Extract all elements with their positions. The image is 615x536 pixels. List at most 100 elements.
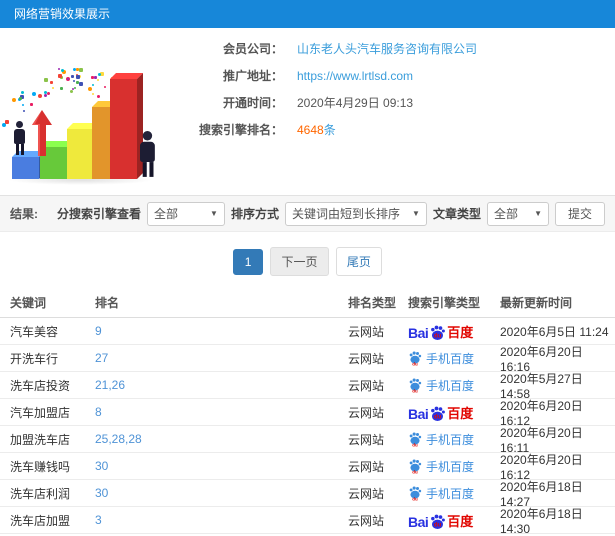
info-section: 会员公司： 山东老人头汽车服务咨询有限公司 推广地址： https://www.… <box>0 28 615 195</box>
result-section-label: 结果: <box>10 207 38 221</box>
svg-text:du: du <box>434 333 442 339</box>
confetti-dot <box>57 73 62 78</box>
baidu-paw-icon: du <box>409 351 422 366</box>
article-type-select[interactable]: 全部 ▼ <box>486 201 549 226</box>
baidu-logo-bai-text: Bai <box>408 513 429 530</box>
promo-url-link[interactable]: https://www.lrtlsd.com <box>297 69 413 83</box>
baidu-logo-bai-text: Bai <box>408 324 429 341</box>
baidu-mobile-label: 手机百度 <box>426 486 475 501</box>
engine-filter-select[interactable]: 全部 ▼ <box>146 201 225 226</box>
baidu-paw-icon: du <box>409 432 422 447</box>
table-row: 洗车店加盟 3 云网站 Bai du 百度 2020年6月18日 14:30 <box>0 506 615 536</box>
sort-filter-select[interactable]: 关键词由短到长排序 ▼ <box>284 201 427 226</box>
rank-type-cell: 云网站 <box>348 432 385 447</box>
confetti-dot <box>50 80 54 84</box>
clipart-bar <box>67 123 100 179</box>
col-header-rank-type: 排名类型 <box>348 296 397 310</box>
confetti-dot <box>79 68 83 73</box>
chevron-down-icon: ▼ <box>534 209 542 218</box>
confetti-dot <box>12 98 17 103</box>
engine-type-cell: du 手机百度 <box>408 458 500 475</box>
clipart-bar <box>110 73 143 179</box>
filter-controls: 分搜索引擎查看 全部 ▼ 排序方式 关键词由短到长排序 ▼ 文章类型 全部 ▼ … <box>57 201 605 226</box>
open-time-value: 2020年4月29日 09:13 <box>297 96 414 110</box>
submit-button[interactable]: 提交 <box>554 201 605 226</box>
svg-text:du: du <box>412 361 418 366</box>
chevron-down-icon: ▼ <box>412 209 420 218</box>
table-header-row: 关键词 排名 排名类型 搜索引擎类型 最新更新时间 <box>0 288 615 318</box>
rank-link[interactable]: 30 <box>95 459 348 473</box>
confetti-dot <box>21 90 25 94</box>
rank-link[interactable]: 27 <box>95 351 348 365</box>
baidu-logo-bai-text: Bai <box>408 405 429 422</box>
confetti-dot <box>88 86 93 91</box>
pagination: 1 下一页 尾页 <box>0 232 615 288</box>
rank-link[interactable]: 30 <box>95 486 348 500</box>
rank-type-cell: 云网站 <box>348 513 385 528</box>
table-row: 洗车赚钱吗 30 云网站 du 手机百度 2020年6月20日 16:12 <box>0 453 615 482</box>
baidu-pc-logo: Bai du 百度 <box>408 511 473 530</box>
confetti-dot <box>92 92 95 95</box>
confetti-dot <box>75 75 80 80</box>
baidu-mobile-logo: du 手机百度 <box>408 458 474 475</box>
engine-type-cell: Bai du 百度 <box>408 322 500 341</box>
baidu-mobile-logo: du 手机百度 <box>408 431 474 448</box>
confetti-dot <box>43 93 47 97</box>
bar-chart-clipart <box>0 28 165 193</box>
baidu-paw-icon: du <box>409 378 422 393</box>
confetti-dot <box>104 85 107 88</box>
confetti-dot <box>93 76 97 80</box>
col-header-update-time: 最新更新时间 <box>500 296 573 310</box>
page-1-button[interactable]: 1 <box>233 249 264 275</box>
rank-link[interactable]: 8 <box>95 405 348 419</box>
member-company-link[interactable]: 山东老人头汽车服务咨询有限公司 <box>297 40 477 57</box>
rank-type-cell: 云网站 <box>348 459 385 474</box>
confetti-dot <box>61 68 65 72</box>
businessman-on-bar <box>14 121 25 155</box>
sort-filter-label: 排序方式 <box>230 207 279 221</box>
engine-type-cell: du 手机百度 <box>408 431 500 448</box>
last-page-button[interactable]: 尾页 <box>335 247 382 276</box>
baidu-paw-icon: du <box>431 514 446 529</box>
engine-type-cell: du 手机百度 <box>408 377 500 394</box>
confetti-dot <box>57 68 60 71</box>
app-header: 网络营销效果展示 <box>0 0 615 28</box>
confetti-dot <box>52 87 55 90</box>
update-time-cell: 2020年6月18日 14:30 <box>500 506 583 536</box>
rank-link[interactable]: 25,28,28 <box>95 432 348 446</box>
confetti-dot <box>72 67 76 71</box>
rank-type-cell: 云网站 <box>348 378 385 393</box>
rank-link[interactable]: 3 <box>95 513 348 527</box>
rank-link[interactable]: 21,26 <box>95 378 348 392</box>
confetti-dot <box>31 92 36 97</box>
engine-type-cell: Bai du 百度 <box>408 511 500 530</box>
rank-link[interactable]: 9 <box>95 324 348 338</box>
rank-type-cell: 云网站 <box>348 486 385 501</box>
baidu-logo-cn-text: 百度 <box>447 513 474 529</box>
keyword-cell: 汽车加盟店 <box>10 405 71 420</box>
rank-type-cell: 云网站 <box>348 351 385 366</box>
baidu-mobile-label: 手机百度 <box>426 351 475 366</box>
businessman-right <box>140 131 155 177</box>
confetti-dot <box>79 81 84 86</box>
rank-count-suffix: 条 <box>323 123 336 137</box>
sort-filter-value: 关键词由短到长排序 <box>291 207 400 221</box>
table-row: 汽车美容 9 云网站 Bai du 百度 2020年6月5日 11:24 <box>0 318 615 345</box>
baidu-pc-logo: Bai du 百度 <box>408 403 473 422</box>
next-page-button[interactable]: 下一页 <box>270 247 329 276</box>
baidu-paw-icon: du <box>431 406 446 421</box>
svg-text:du: du <box>412 496 418 501</box>
confetti-dot <box>96 94 100 98</box>
member-company-label: 会员公司： <box>222 42 283 56</box>
article-type-value: 全部 <box>493 207 518 221</box>
baidu-mobile-logo: du 手机百度 <box>408 377 474 394</box>
confetti-dot <box>91 84 94 87</box>
engine-type-cell: Bai du 百度 <box>408 403 500 422</box>
engine-rank-count-row: 搜索引擎排名： 4648条 <box>165 121 477 138</box>
engine-rank-count-value: 4648条 <box>297 121 336 138</box>
confetti-dot <box>59 86 63 90</box>
chevron-down-icon: ▼ <box>210 209 218 218</box>
table-row: 汽车加盟店 8 云网站 Bai du 百度 2020年6月20日 16:12 <box>0 399 615 428</box>
baidu-logo-cn-text: 百度 <box>447 324 474 340</box>
svg-text:du: du <box>434 522 442 528</box>
